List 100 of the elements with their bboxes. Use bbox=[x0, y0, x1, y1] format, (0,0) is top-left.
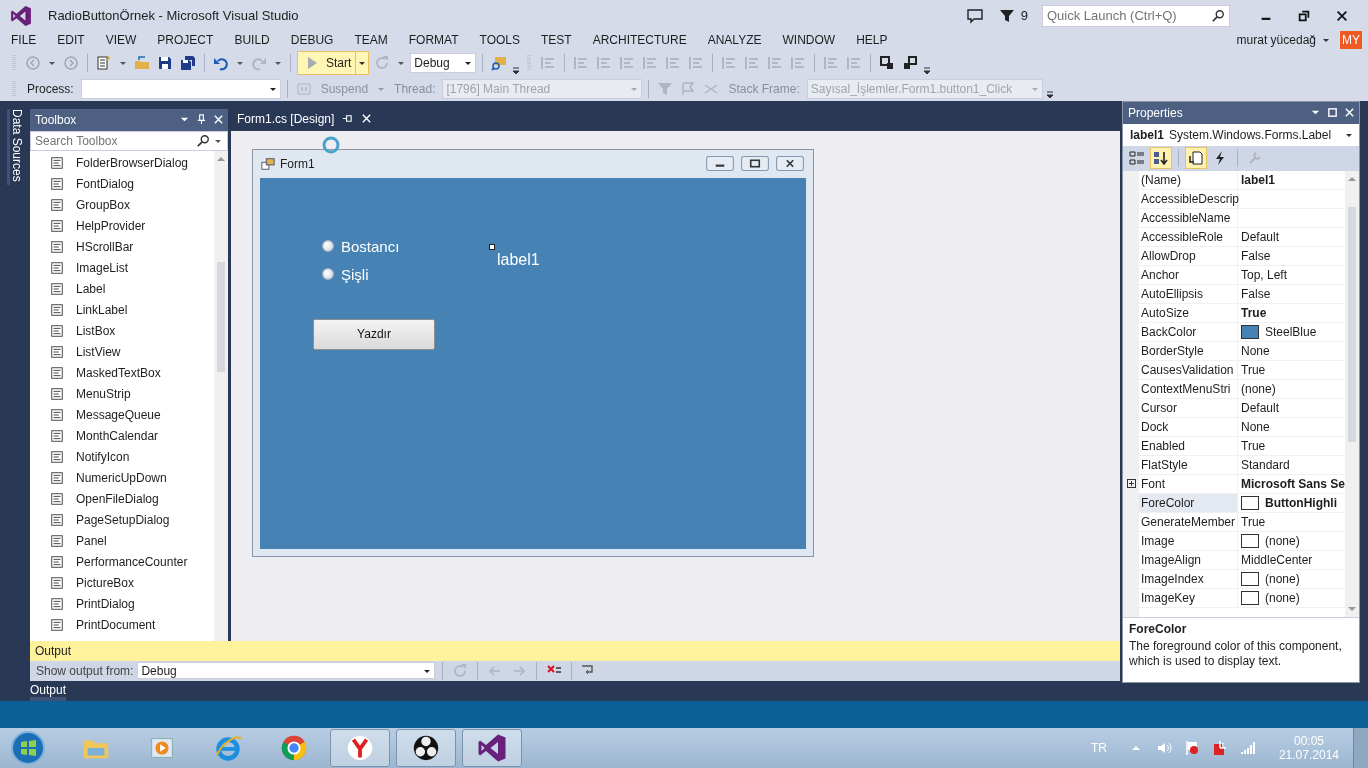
save-all-icon[interactable] bbox=[180, 55, 196, 72]
menu-item[interactable]: ANALYZE bbox=[707, 33, 762, 48]
properties-icon[interactable] bbox=[1186, 148, 1206, 168]
maximize-icon[interactable] bbox=[1327, 107, 1339, 118]
property-name[interactable]: ImageKey bbox=[1139, 588, 1238, 607]
property-name[interactable]: AccessibleRole bbox=[1139, 227, 1238, 246]
property-value[interactable]: MiddleCenter bbox=[1241, 552, 1313, 567]
property-name[interactable]: AutoSize bbox=[1139, 303, 1238, 322]
property-value[interactable]: SteelBlue bbox=[1265, 324, 1317, 339]
toolbox-item[interactable]: MessageQueue bbox=[30, 404, 214, 426]
property-name[interactable]: CausesValidation bbox=[1139, 360, 1238, 379]
property-value[interactable]: ButtonHighli bbox=[1265, 495, 1337, 510]
property-name[interactable]: Enabled bbox=[1139, 436, 1238, 455]
configuration-dropdown[interactable]: Debug bbox=[410, 53, 477, 74]
selection-handle[interactable] bbox=[489, 243, 495, 250]
quick-launch-field[interactable]: Quick Launch (Ctrl+Q) bbox=[1042, 4, 1230, 27]
property-value[interactable]: (none) bbox=[1265, 590, 1300, 605]
property-name[interactable]: AutoEllipsis bbox=[1139, 284, 1238, 303]
save-icon[interactable] bbox=[157, 55, 173, 72]
toolbox-item[interactable]: NotifyIcon bbox=[30, 446, 214, 468]
flag-icon[interactable] bbox=[1183, 740, 1200, 756]
property-value[interactable]: False bbox=[1241, 286, 1271, 301]
menu-item[interactable]: ARCHITECTURE bbox=[592, 33, 687, 48]
toolbox-item[interactable]: HScrollBar bbox=[30, 236, 214, 258]
property-value[interactable]: Default bbox=[1241, 400, 1280, 415]
radio-button[interactable]: Bostancı bbox=[322, 237, 400, 255]
property-name[interactable]: AccessibleDescrip bbox=[1139, 189, 1238, 208]
menu-item[interactable]: EDIT bbox=[57, 33, 85, 48]
property-value[interactable]: (none) bbox=[1265, 533, 1300, 548]
close-icon[interactable] bbox=[1335, 8, 1349, 23]
property-value[interactable]: Microsoft Sans Se bbox=[1241, 476, 1346, 491]
property-name[interactable]: Anchor bbox=[1139, 265, 1238, 284]
property-name[interactable]: (Name) bbox=[1139, 170, 1238, 189]
search-icon[interactable] bbox=[1211, 8, 1225, 23]
notification-count[interactable]: 9 bbox=[1020, 8, 1028, 24]
close-icon[interactable] bbox=[1344, 107, 1356, 118]
new-project-icon[interactable] bbox=[96, 55, 112, 72]
property-value[interactable]: None bbox=[1241, 419, 1270, 434]
property-name[interactable]: Dock bbox=[1139, 417, 1238, 436]
radio-circle[interactable] bbox=[322, 240, 334, 252]
feedback-icon[interactable] bbox=[966, 7, 983, 24]
start-button[interactable]: Start bbox=[297, 51, 370, 76]
pin-icon[interactable] bbox=[196, 114, 207, 125]
menu-item[interactable]: WINDOW bbox=[782, 33, 836, 48]
bring-to-front-icon[interactable] bbox=[879, 55, 896, 72]
radio-circle[interactable] bbox=[322, 268, 334, 280]
toolbox-item[interactable]: PageSetupDialog bbox=[30, 509, 214, 531]
data-sources-tab[interactable]: Data Sources bbox=[6, 108, 24, 186]
property-name[interactable]: ImageIndex bbox=[1139, 569, 1238, 588]
property-value[interactable]: Top, Left bbox=[1241, 267, 1288, 282]
property-name[interactable]: ContextMenuStri bbox=[1139, 379, 1238, 398]
expand-icon[interactable] bbox=[1126, 479, 1136, 488]
menu-item[interactable]: VIEW bbox=[105, 33, 137, 48]
property-name[interactable]: AccessibleName bbox=[1139, 208, 1238, 227]
toolbox-item[interactable]: ListBox bbox=[30, 320, 214, 342]
menu-item[interactable]: FORMAT bbox=[408, 33, 459, 48]
toolbox-item[interactable]: PrintDocument bbox=[30, 614, 214, 636]
property-value[interactable]: True bbox=[1241, 362, 1266, 377]
property-name[interactable]: FlatStyle bbox=[1139, 455, 1238, 474]
toolbox-item[interactable]: FontDialog bbox=[30, 173, 214, 195]
caret-icon[interactable] bbox=[1322, 36, 1330, 45]
property-name[interactable]: Font bbox=[1139, 474, 1238, 493]
caret-icon[interactable] bbox=[464, 59, 473, 68]
taskbar-button[interactable] bbox=[462, 729, 522, 767]
maximize-icon[interactable] bbox=[740, 156, 770, 171]
taskbar-button[interactable] bbox=[396, 729, 456, 767]
toolbox-item[interactable]: PrintDialog bbox=[30, 593, 214, 615]
scroll-up-icon[interactable] bbox=[216, 155, 226, 162]
property-value[interactable]: True bbox=[1241, 514, 1266, 529]
property-value[interactable]: None bbox=[1241, 343, 1270, 358]
recorder-icon[interactable] bbox=[411, 733, 441, 763]
alphabetical-icon[interactable] bbox=[1151, 148, 1171, 168]
restore-icon[interactable] bbox=[1297, 8, 1311, 23]
browser-icon[interactable] bbox=[279, 733, 309, 763]
property-name[interactable]: BorderStyle bbox=[1139, 341, 1238, 360]
user-name[interactable]: murat yücedağ bbox=[1236, 33, 1316, 48]
form-label[interactable]: label1 bbox=[497, 250, 540, 269]
menu-item[interactable]: FILE bbox=[11, 33, 37, 48]
scrollbar[interactable] bbox=[214, 150, 228, 641]
toolbox-item[interactable]: PictureBox bbox=[30, 572, 214, 594]
property-name[interactable]: Cursor bbox=[1139, 398, 1238, 417]
property-name[interactable]: BackColor bbox=[1139, 322, 1238, 341]
toolbox-item[interactable]: NumericUpDown bbox=[30, 467, 214, 489]
scroll-thumb[interactable] bbox=[1348, 206, 1357, 442]
output-source-dropdown[interactable]: Debug bbox=[137, 662, 436, 679]
open-folder-icon[interactable] bbox=[134, 55, 150, 72]
toolbox-item[interactable]: MonthCalendar bbox=[30, 425, 214, 447]
menu-item[interactable]: HELP bbox=[856, 33, 888, 48]
toolbox-item[interactable]: ListView bbox=[30, 341, 214, 363]
start-orb-icon[interactable] bbox=[10, 730, 46, 766]
toolbox-item[interactable]: MenuStrip bbox=[30, 383, 214, 405]
menu-item[interactable]: BUILD bbox=[234, 33, 270, 48]
menu-item[interactable]: PROJECT bbox=[157, 33, 214, 48]
filter-icon[interactable] bbox=[998, 7, 1015, 24]
toolbox-item[interactable]: LinkLabel bbox=[30, 299, 214, 321]
toolbox-item[interactable]: OpenFileDialog bbox=[30, 488, 214, 510]
menu-item[interactable]: DEBUG bbox=[290, 33, 334, 48]
menu-item[interactable]: TEAM bbox=[354, 33, 388, 48]
toolbox-item[interactable]: FolderBrowserDialog bbox=[30, 152, 214, 174]
close-icon[interactable] bbox=[775, 156, 805, 171]
